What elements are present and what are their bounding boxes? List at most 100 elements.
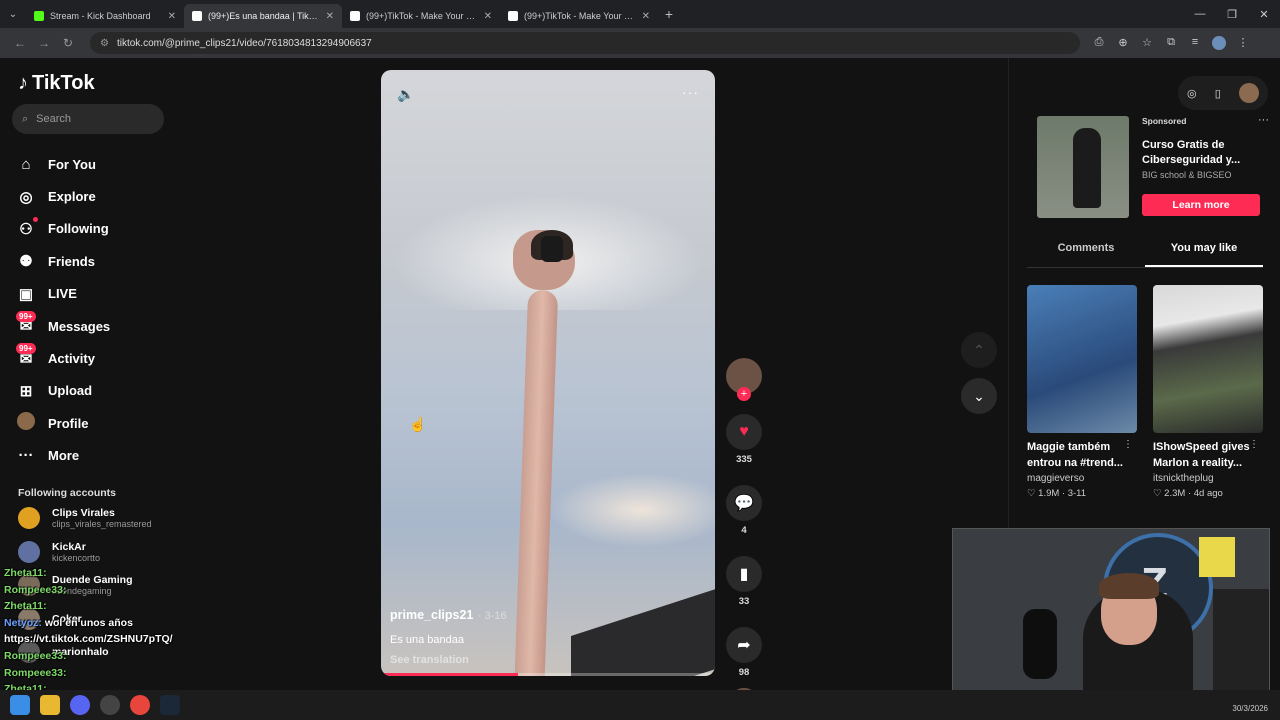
extensions-icon[interactable]: ⧉	[1164, 36, 1178, 50]
recommended-card[interactable]: IShowSpeed gives Marlon a reality... ⋮ i…	[1153, 285, 1263, 499]
tab-label: (99+)TikTok - Make Your Day	[524, 11, 636, 21]
ad-more-icon[interactable]: ···	[1258, 114, 1269, 126]
sidebar-item-for-you[interactable]: ⌂ For You	[16, 148, 110, 180]
minimize-icon[interactable]: —	[1184, 8, 1216, 21]
comment-icon[interactable]: 💬	[726, 485, 762, 521]
browser-tab[interactable]: (99+)TikTok - Make Your Day ✕	[500, 4, 658, 28]
save-action[interactable]: ▮ 33	[724, 556, 764, 607]
card-thumbnail[interactable]	[1153, 285, 1263, 433]
back-icon[interactable]: ←	[8, 36, 32, 50]
share-count: 98	[738, 667, 750, 678]
card-thumbnail[interactable]	[1027, 285, 1137, 433]
see-translation-link[interactable]: See translation	[390, 654, 507, 666]
notification-badge: 99+	[16, 343, 36, 355]
search-input[interactable]: ⌕ Search	[12, 104, 164, 134]
browser-tab[interactable]: (99+)Es una bandaa | TikTok ✕	[184, 4, 342, 28]
bookmark-icon[interactable]: ▮	[726, 556, 762, 592]
next-video-button[interactable]: ⌄	[961, 378, 997, 414]
sidebar-item-activity[interactable]: ✉ 99+ Activity	[16, 342, 110, 374]
tab-close-icon[interactable]: ✕	[326, 11, 334, 22]
browser-menu-icon[interactable]: ⋮	[1236, 36, 1250, 50]
tab-comments[interactable]: Comments	[1027, 242, 1145, 267]
tab-label: (99+)TikTok - Make Your Day	[366, 11, 478, 21]
following-account[interactable]: KickAr kickencortto	[18, 540, 101, 563]
card-more-icon[interactable]: ⋮	[1123, 439, 1133, 450]
sidebar-item-messages[interactable]: ✉ 99+ Messages	[16, 310, 110, 342]
tiktok-logo[interactable]: ♪ TikTok	[18, 72, 95, 95]
card-more-icon[interactable]: ⋮	[1249, 439, 1259, 450]
chat-message: Rompeee33:	[4, 665, 204, 682]
video-roof	[571, 584, 715, 676]
heart-icon[interactable]: ♥	[726, 414, 762, 450]
new-tab-button[interactable]: +	[658, 6, 680, 22]
browser-tab[interactable]: (99+)TikTok - Make Your Day ✕	[342, 4, 500, 28]
ad-thumbnail[interactable]	[1037, 116, 1129, 218]
video-progress-bar[interactable]	[381, 673, 715, 676]
previous-video-button[interactable]: ⌃	[961, 332, 997, 368]
share-action[interactable]: ➦ 98	[724, 627, 764, 678]
chrome-icon[interactable]	[130, 695, 150, 715]
video-more-icon[interactable]: ···	[682, 84, 699, 100]
tab-label: Stream - Kick Dashboard	[50, 11, 151, 21]
discord-icon[interactable]	[70, 695, 90, 715]
device-icon[interactable]: ▯	[1215, 87, 1221, 100]
account-avatar	[18, 507, 40, 529]
comment-action[interactable]: 💬 4	[724, 485, 764, 536]
tab-close-icon[interactable]: ✕	[168, 11, 176, 22]
browser-toolbar: ⎙ ⊕ ☆ ⧉ ≡ ⋮	[1092, 36, 1250, 50]
recommended-card[interactable]: Maggie também entrou na #trend... ⋮ magg…	[1027, 285, 1137, 499]
tab-close-icon[interactable]: ✕	[484, 11, 492, 22]
following-account[interactable]: Clips Virales clips_virales_remastered	[18, 507, 152, 529]
sidebar-item-explore[interactable]: ◎ Explore	[16, 180, 110, 212]
share-icon[interactable]: ➦	[726, 627, 762, 663]
card-author[interactable]: maggieverso	[1027, 473, 1137, 484]
restore-icon[interactable]: ❐	[1216, 8, 1248, 21]
forward-icon[interactable]: →	[32, 36, 56, 50]
video-caption: Es una bandaa	[390, 634, 465, 646]
close-window-icon[interactable]: ✕	[1248, 8, 1280, 21]
bookmark-star-icon[interactable]: ☆	[1140, 36, 1154, 50]
ad-title[interactable]: Curso Gratis de Ciberseguridad y...	[1142, 138, 1262, 168]
video-author[interactable]: prime_clips21	[390, 608, 473, 622]
profile-avatar[interactable]	[1238, 83, 1259, 103]
volume-icon[interactable]: 🔈	[397, 86, 414, 103]
chat-message: Rompeee33:	[4, 648, 204, 665]
author-avatar[interactable]: +	[726, 358, 762, 401]
sidebar-item-more[interactable]: ··· More	[16, 440, 110, 472]
mouse-cursor-icon: ☝	[409, 416, 427, 432]
account-handle: kickencortto	[52, 552, 101, 563]
sidebar-item-following[interactable]: ⚇ Following	[16, 213, 110, 245]
url-field[interactable]: ⚙ tiktok.com/@prime_clips21/video/761803…	[90, 32, 1080, 54]
os-taskbar: 30/3/2026	[0, 690, 1280, 720]
compass-icon[interactable]: ◎	[1187, 87, 1197, 100]
video-player[interactable]: 🔈 ··· prime_clips21 · 3-16 Es una bandaa…	[381, 70, 715, 676]
file-explorer-icon[interactable]	[40, 695, 60, 715]
chat-username: Netyoz:	[4, 616, 42, 629]
follow-plus-icon[interactable]: +	[737, 387, 751, 401]
sidebar-item-live[interactable]: ▣ LIVE	[16, 278, 110, 310]
browser-tab[interactable]: Stream - Kick Dashboard ✕	[26, 4, 184, 28]
zoom-icon[interactable]: ⊕	[1116, 36, 1130, 50]
tab-search-icon[interactable]: ⌄	[0, 0, 26, 28]
browser-profile-icon[interactable]	[1212, 36, 1226, 50]
settings-icon[interactable]	[100, 695, 120, 715]
card-title[interactable]: Maggie também entrou na #trend...	[1027, 439, 1127, 471]
tab-you-may-like[interactable]: You may like	[1145, 242, 1263, 267]
sidebar-item-upload[interactable]: ⊞ Upload	[16, 375, 110, 407]
sidebar-item-profile[interactable]: Profile	[16, 407, 110, 439]
install-icon[interactable]: ⎙	[1092, 36, 1106, 50]
site-info-icon[interactable]: ⚙	[100, 38, 109, 49]
media-icon[interactable]: ≡	[1188, 36, 1202, 50]
steam-icon[interactable]	[160, 695, 180, 715]
sidebar-item-friends[interactable]: ⚉ Friends	[16, 245, 110, 277]
tab-close-icon[interactable]: ✕	[642, 11, 650, 22]
card-title[interactable]: IShowSpeed gives Marlon a reality...	[1153, 439, 1253, 471]
video-date-sep: ·	[477, 610, 485, 622]
more-icon: ···	[18, 447, 34, 465]
card-author[interactable]: itsnicktheplug	[1153, 473, 1263, 484]
compass-icon: ◎	[19, 188, 33, 206]
reload-icon[interactable]: ↻	[56, 36, 80, 50]
learn-more-button[interactable]: Learn more	[1142, 194, 1260, 216]
windows-start-icon[interactable]	[10, 695, 30, 715]
like-action[interactable]: ♥ 335	[724, 414, 764, 465]
